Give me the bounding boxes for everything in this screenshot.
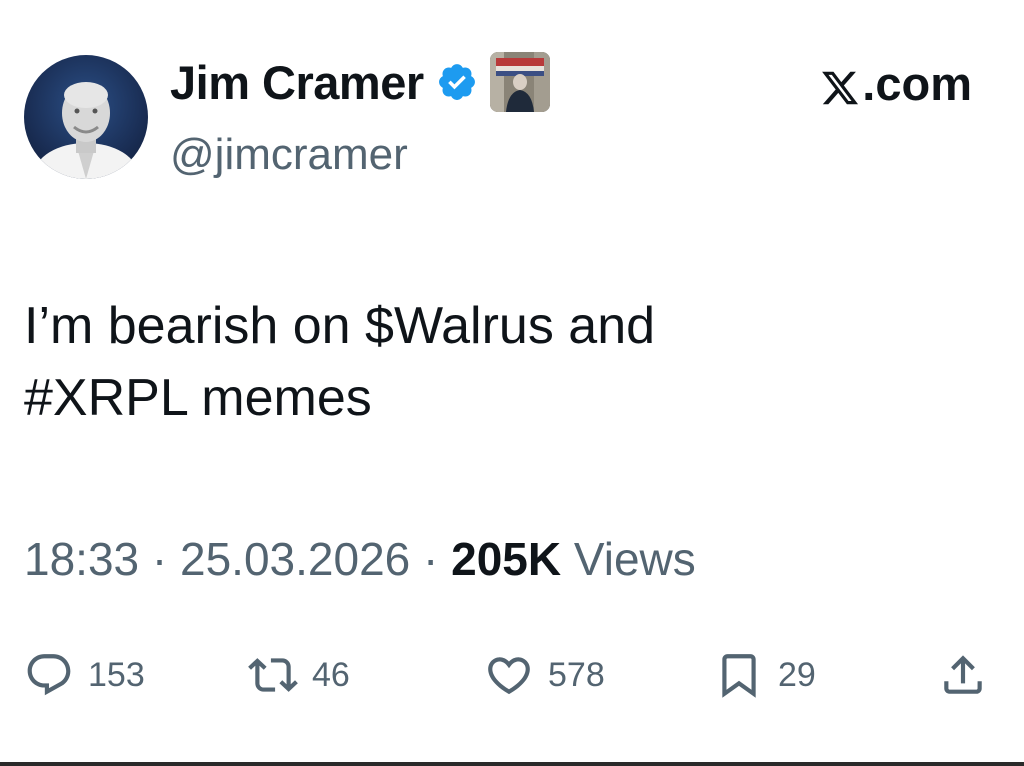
tweet-meta: 18:33 · 25.03.2026 · 205K Views — [24, 532, 696, 586]
source-label[interactable]: .com — [820, 56, 972, 111]
views-count[interactable]: 205K — [451, 533, 561, 585]
like-count: 578 — [548, 655, 605, 694]
repost-count: 46 — [312, 655, 350, 694]
views-label: Views — [561, 533, 696, 585]
reply-count: 153 — [88, 655, 145, 694]
bookmark-icon — [722, 654, 756, 698]
share-upload-icon — [944, 655, 982, 694]
speech-bubble-icon — [27, 654, 71, 696]
tweet-date[interactable]: 25.03.2026 — [180, 533, 410, 585]
meta-separator: · — [139, 533, 181, 585]
verified-badge-icon[interactable] — [436, 61, 478, 103]
repost-button[interactable]: 46 — [248, 645, 350, 705]
avatar-portrait — [34, 82, 138, 179]
source-domain: .com — [862, 57, 972, 110]
bottom-edge-divider — [0, 762, 1024, 766]
reply-button[interactable]: 153 — [24, 645, 145, 705]
heart-icon — [488, 657, 530, 695]
action-bar: 153 46 578 29 — [24, 645, 996, 705]
author-name-row: Jim Cramer — [170, 52, 550, 112]
share-button[interactable] — [938, 645, 988, 705]
author-handle[interactable]: @jimcramer — [170, 130, 408, 180]
like-button[interactable]: 578 — [484, 645, 605, 705]
author-display-name[interactable]: Jim Cramer — [170, 55, 424, 110]
affiliate-badge-icon[interactable] — [489, 52, 550, 112]
tweet-text: I’m bearish on $Walrus and #XRPL memes — [24, 297, 656, 427]
bookmark-button[interactable]: 29 — [714, 645, 816, 705]
x-logo-icon — [820, 64, 860, 104]
avatar[interactable] — [24, 55, 148, 179]
repost-arrows-icon — [248, 658, 298, 692]
tweet-time[interactable]: 18:33 — [24, 533, 139, 585]
tweet-card: Jim Cramer @jimcramer .com I’m bearish o… — [0, 0, 1024, 766]
bookmark-count: 29 — [778, 655, 816, 694]
meta-separator: · — [410, 533, 452, 585]
